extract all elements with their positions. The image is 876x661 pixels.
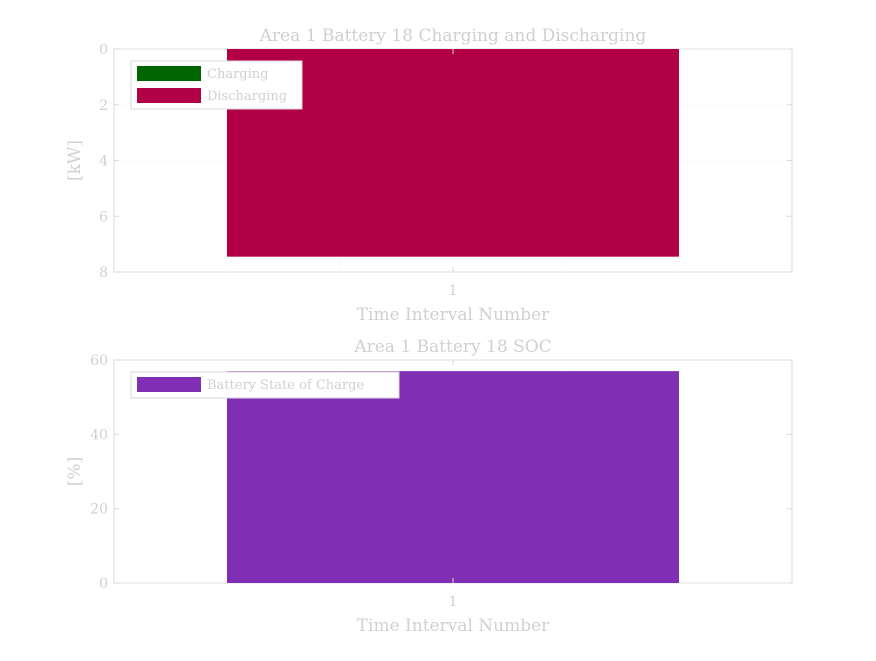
figure: 0 2 4 6 8 1 Area 1 Battery 18 Charging and Dis…	[0, 0, 876, 657]
legend-label: Discharging	[207, 89, 287, 104]
y-tick-label: 40	[90, 427, 108, 443]
y-tick-label: 60	[90, 353, 108, 369]
chart-canvas: 0 2 4 6 8 1 Area 1 Battery 18 Charging and Dis…	[65, 26, 793, 636]
y-tick-label: 0	[99, 576, 108, 592]
legend-swatch	[137, 66, 201, 81]
x-axis-label: Time Interval Number	[357, 305, 551, 325]
y-tick-label: 6	[99, 209, 108, 225]
x-tick-label: 1	[449, 594, 458, 610]
y-tick-label: 20	[90, 502, 108, 518]
y-axis-label: [kW]	[65, 140, 85, 181]
y-tick-label: 2	[99, 98, 108, 114]
y-tick-label: 0	[99, 42, 108, 58]
legend-swatch	[137, 88, 201, 103]
chart-title: Area 1 Battery 18 SOC	[353, 337, 551, 357]
legend-label: Battery State of Charge	[207, 378, 364, 393]
chart-title: Area 1 Battery 18 Charging and Dischargi…	[259, 26, 647, 46]
legend-swatch	[137, 377, 201, 392]
x-axis-label: Time Interval Number	[357, 616, 551, 636]
y-axis-label: [%]	[65, 457, 85, 486]
bar-battery-state-of-charge	[227, 371, 679, 583]
legend-label: Charging	[207, 67, 268, 82]
y-tick-label: 8	[99, 265, 108, 281]
x-tick-label: 1	[449, 283, 458, 299]
y-tick-label: 4	[99, 154, 108, 170]
